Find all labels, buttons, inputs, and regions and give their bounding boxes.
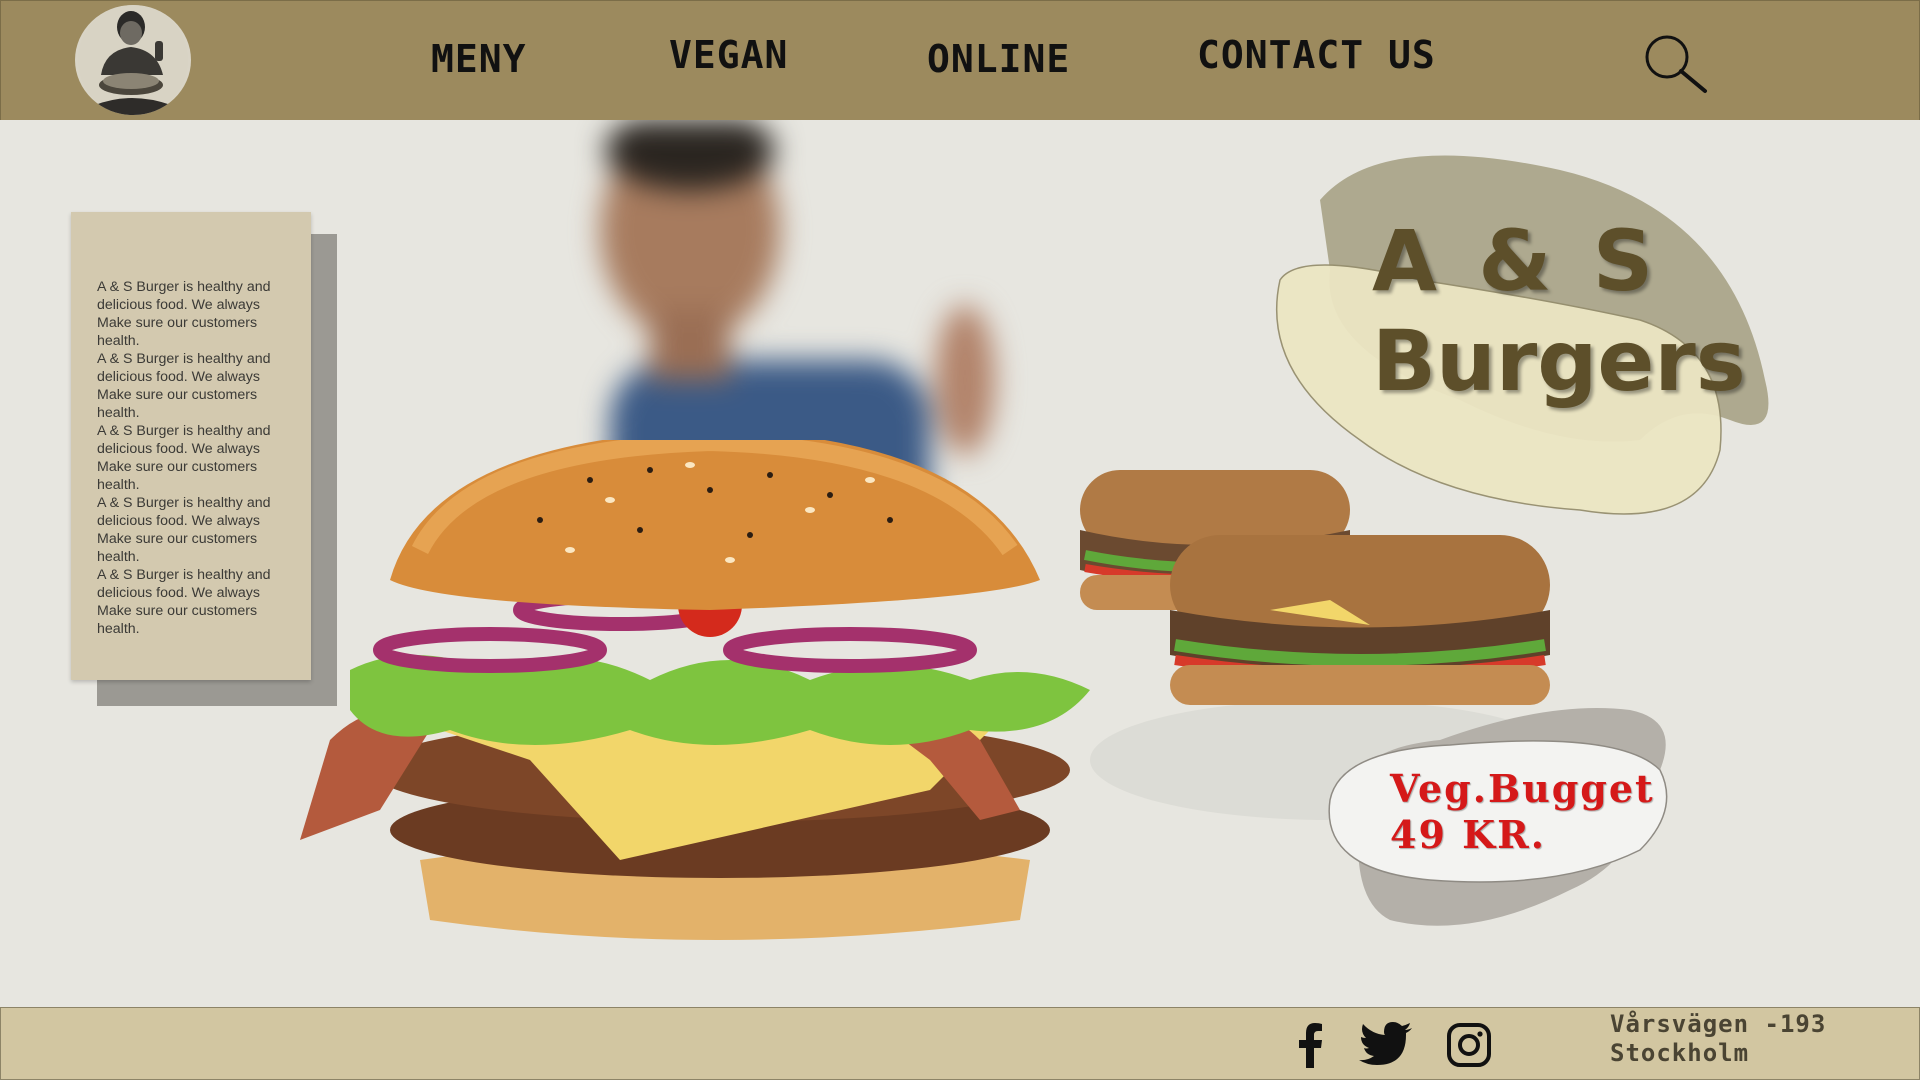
facebook-link[interactable]: [1286, 1020, 1336, 1070]
logo[interactable]: [75, 5, 191, 115]
intro-text-card: A & S Burger is healthy and delicious fo…: [71, 212, 311, 680]
address-street: Vårsvägen -193: [1610, 1010, 1827, 1038]
nav-item-online[interactable]: ONLINE: [927, 37, 1070, 81]
nav-item-meny[interactable]: MENY: [431, 37, 527, 81]
nav-item-contact-us[interactable]: CONTACT US: [1197, 33, 1436, 77]
facebook-icon: [1299, 1023, 1322, 1068]
instagram-icon: [1447, 1023, 1491, 1067]
chef-thumbs-up-logo-icon: [78, 5, 188, 115]
nav-item-vegan[interactable]: VEGAN: [669, 33, 788, 77]
intro-text: A & S Burger is healthy and delicious fo…: [97, 279, 271, 637]
search-button[interactable]: [1639, 31, 1709, 96]
instagram-link[interactable]: [1444, 1020, 1494, 1070]
promo-price: 49 KR.: [1390, 812, 1546, 857]
brand-title-line2: Burgers: [1372, 312, 1746, 410]
twitter-link[interactable]: [1358, 1020, 1412, 1070]
twitter-icon: [1359, 1022, 1412, 1065]
search-icon: [1645, 35, 1707, 93]
top-navigation-bar: MENY VEGAN ONLINE CONTACT US: [0, 0, 1920, 121]
address-city: Stockholm: [1610, 1039, 1750, 1067]
brand-title-line1: A & S: [1372, 212, 1660, 310]
promo-title: Veg.Bugget: [1390, 766, 1655, 811]
burger-image: [300, 440, 1090, 940]
